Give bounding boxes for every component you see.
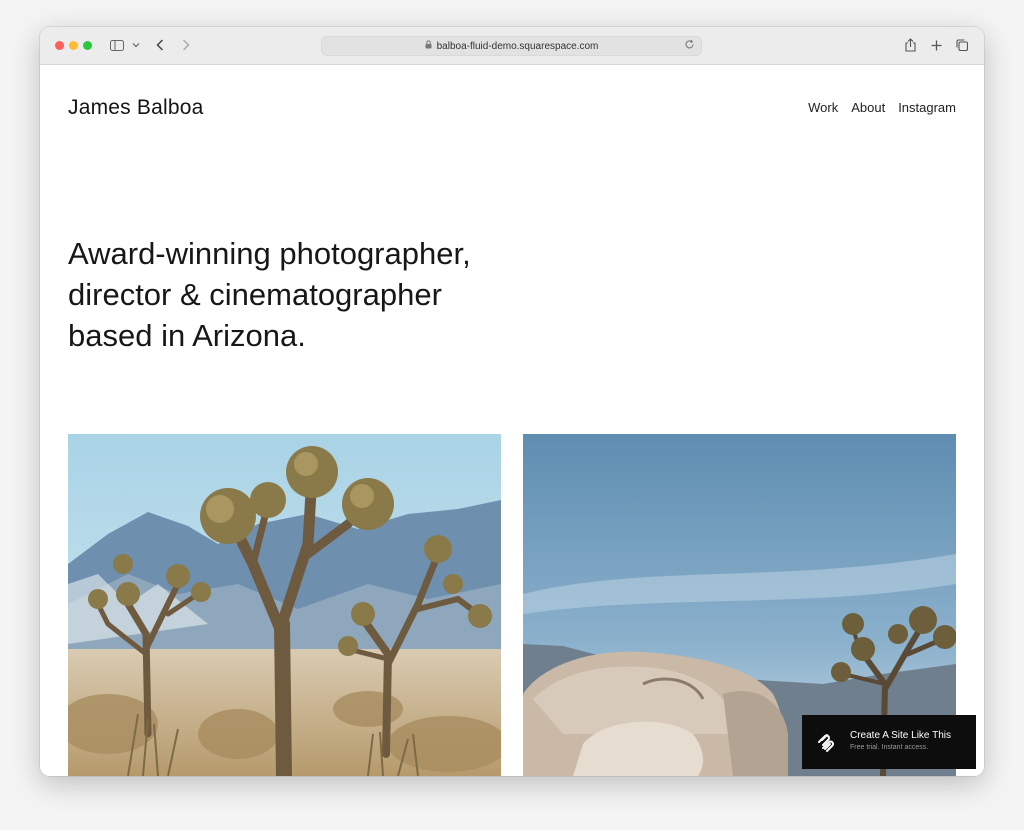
create-site-badge[interactable]: Create A Site Like This Free trial. Inst… <box>802 715 976 769</box>
close-window-button[interactable] <box>55 41 64 50</box>
site-logo[interactable]: James Balboa <box>68 96 203 120</box>
site-nav: Work About Instagram <box>808 100 956 115</box>
hero-line-1: Award-winning photographer, <box>68 236 471 271</box>
reload-icon[interactable] <box>684 39 695 53</box>
hero-line-3: based in Arizona. <box>68 318 306 353</box>
gallery-photo-joshua-trees[interactable] <box>68 434 501 776</box>
zoom-window-button[interactable] <box>83 41 92 50</box>
share-icon[interactable] <box>903 36 917 54</box>
badge-subtitle: Free trial. Instant access. <box>850 744 929 751</box>
forward-icon[interactable] <box>180 36 192 54</box>
new-tab-icon[interactable] <box>929 36 943 54</box>
address-bar[interactable]: balboa-fluid-demo.squarespace.com <box>321 36 702 56</box>
badge-title: Create A Site Like This <box>850 730 951 741</box>
browser-window: balboa-fluid-demo.squarespace.com James … <box>40 27 984 776</box>
chevron-down-icon[interactable] <box>131 36 141 54</box>
website-content: James Balboa Work About Instagram Award-… <box>40 65 984 776</box>
tabs-overview-icon[interactable] <box>955 36 969 54</box>
hero-heading: Award-winning photographer, director & c… <box>68 233 538 356</box>
lock-icon <box>425 40 432 52</box>
hero-line-2: director & cinematographer <box>68 277 442 312</box>
minimize-window-button[interactable] <box>69 41 78 50</box>
back-icon[interactable] <box>154 36 166 54</box>
nav-work[interactable]: Work <box>808 100 838 115</box>
sidebar-toggle-icon[interactable] <box>109 36 125 54</box>
squarespace-logo-icon <box>816 732 836 757</box>
nav-about[interactable]: About <box>851 100 885 115</box>
nav-instagram[interactable]: Instagram <box>898 100 956 115</box>
url-text: balboa-fluid-demo.squarespace.com <box>436 40 599 52</box>
browser-toolbar: balboa-fluid-demo.squarespace.com <box>40 27 984 65</box>
